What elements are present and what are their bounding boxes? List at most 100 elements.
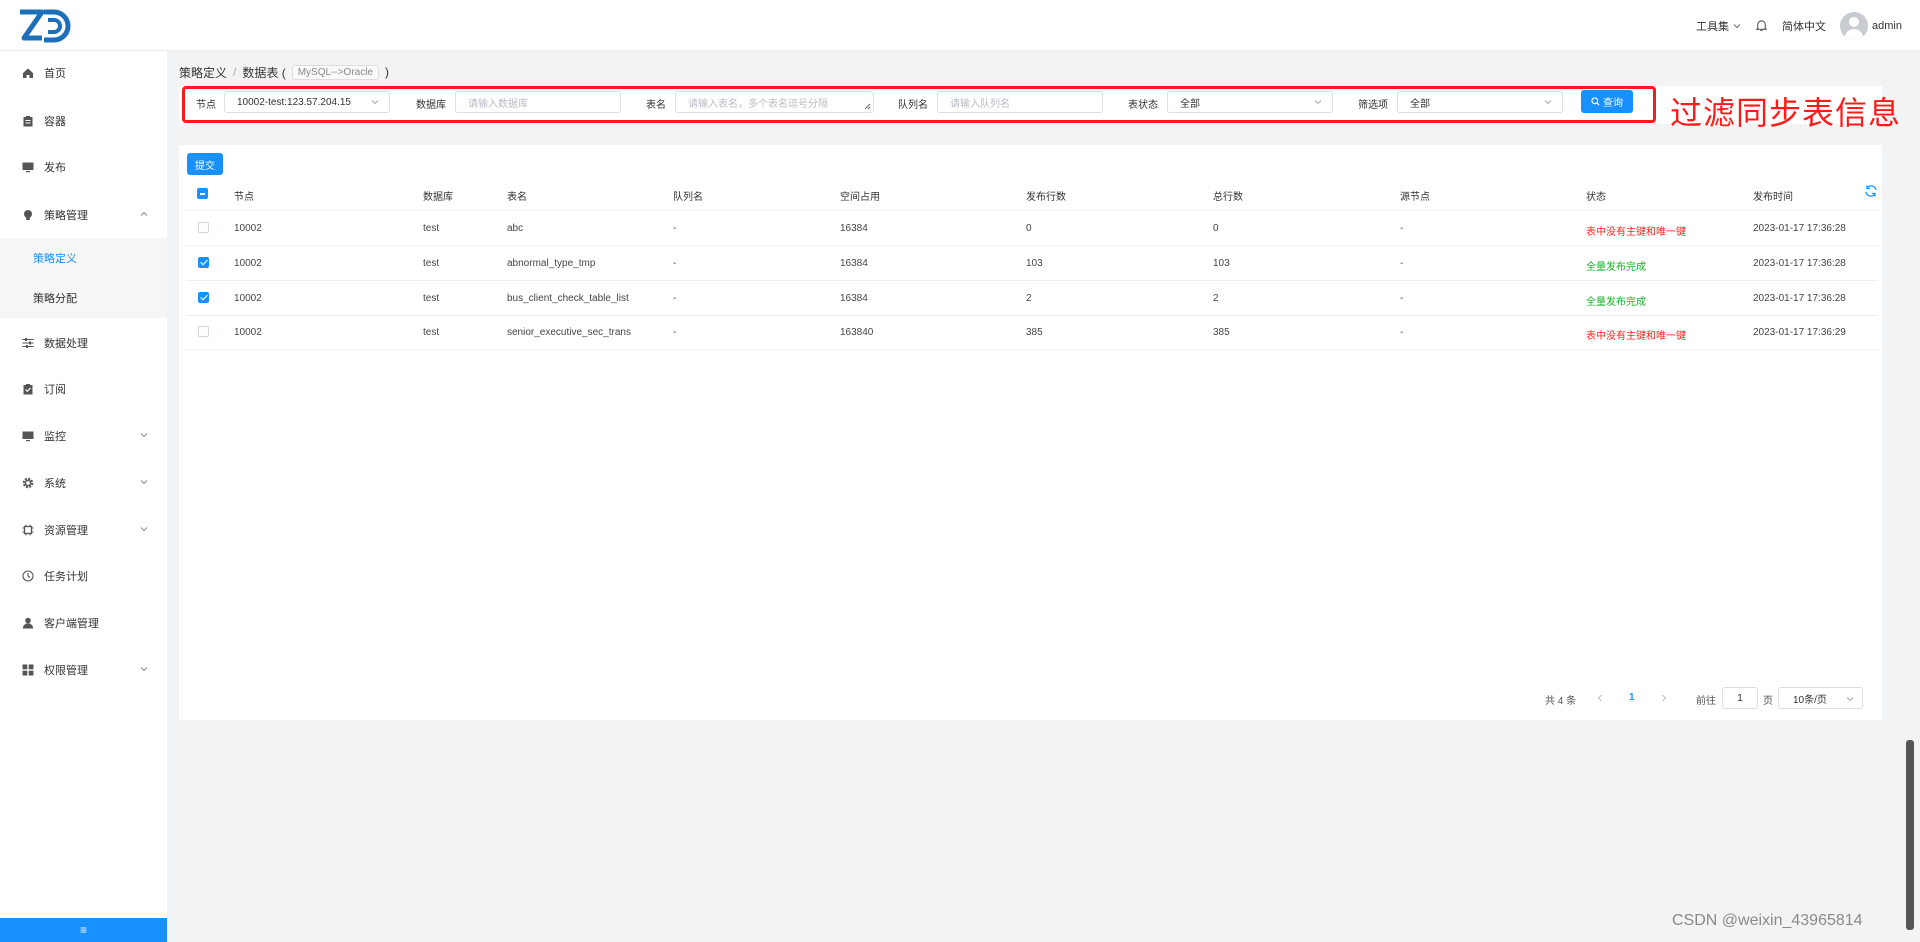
cell-node: 10002 [234, 223, 262, 234]
row-checkbox[interactable] [198, 257, 209, 268]
cell-source-node: - [1400, 293, 1404, 304]
toolbox-label: 工具集 [1696, 20, 1730, 33]
sidebar-item-label: 订阅 [44, 384, 66, 396]
sidebar-item-subscription[interactable]: 订阅 [0, 369, 167, 409]
breadcrumb-level1[interactable]: 策略定义 [179, 64, 227, 81]
column-header-table-name[interactable]: 表名 [507, 188, 527, 203]
column-header-database[interactable]: 数据库 [423, 188, 453, 203]
user-icon [22, 617, 34, 629]
avatar [1840, 11, 1869, 40]
submit-button[interactable]: 提交 [187, 153, 223, 175]
clipboard-check-icon [22, 383, 34, 395]
cell-total-rows: 0 [1213, 223, 1219, 234]
sidebar-item-container[interactable]: 容器 [0, 101, 167, 141]
cell-status: 全量发布完成 [1586, 262, 1646, 273]
column-header-total-rows[interactable]: 总行数 [1213, 188, 1243, 203]
sidebar-item-publish[interactable]: 发布 [0, 147, 167, 187]
zd-logo[interactable] [16, 6, 72, 46]
sidebar-item-label: 容器 [44, 116, 66, 128]
user-name: admin [1872, 19, 1902, 32]
cell-table-name: senior_executive_sec_trans [507, 327, 631, 338]
row-checkbox[interactable] [198, 222, 209, 233]
sidebar: 首页 容器 发布 策略管理 策略定义 策略分配 数据处理 订阅 监控 系统 资源… [0, 51, 167, 942]
column-header-node[interactable]: 节点 [234, 188, 254, 203]
column-header-queue-name[interactable]: 队列名 [673, 188, 703, 203]
page-unit-label: 页 [1763, 696, 1773, 707]
cell-publish-time: 2023-01-17 17:36:28 [1753, 223, 1846, 234]
refresh-icon[interactable] [1864, 184, 1878, 198]
cell-publish-time: 2023-01-17 17:36:28 [1753, 293, 1846, 304]
sync-direction-tag: MySQL-->Oracle [291, 64, 379, 80]
cell-source-node: - [1400, 258, 1404, 269]
notification-bell[interactable] [1755, 19, 1768, 32]
pagination-total: 共 4 条 [1545, 696, 1577, 707]
sidebar-collapse-button[interactable]: ≡ [0, 918, 167, 942]
cell-status: 全量发布完成 [1586, 297, 1646, 308]
sidebar-item-label: 数据处理 [44, 338, 88, 350]
cell-table-name: abnormal_type_tmp [507, 258, 596, 269]
csdn-watermark: CSDN @weixin_43965814 [1672, 912, 1863, 929]
sidebar-item-label: 监控 [44, 431, 66, 443]
page-scrollbar[interactable] [1906, 740, 1914, 930]
chip-icon [22, 524, 34, 536]
sidebar-item-label: 首页 [44, 68, 66, 80]
sidebar-item-strategy-definition[interactable]: 策略定义 [0, 238, 167, 278]
cell-space-usage: 16384 [840, 223, 868, 234]
sidebar-item-strategy-assignment[interactable]: 策略分配 [0, 278, 167, 318]
sidebar-item-data-processing[interactable]: 数据处理 [0, 323, 167, 363]
cell-node: 10002 [234, 293, 262, 304]
column-header-publish-time[interactable]: 发布时间 [1753, 188, 1793, 203]
cell-total-rows: 385 [1213, 327, 1230, 338]
monitor-icon [22, 430, 34, 442]
sidebar-item-label: 发布 [44, 162, 66, 174]
column-header-space-usage[interactable]: 空间占用 [840, 188, 880, 203]
top-right-tools: 工具集 简体中文 admin [1696, 0, 1902, 51]
sidebar-item-client-management[interactable]: 客户端管理 [0, 603, 167, 643]
bell-icon [1755, 20, 1768, 32]
row-divider [187, 315, 1877, 316]
top-bar: 工具集 简体中文 admin [0, 0, 1920, 51]
user-menu[interactable]: admin [1840, 11, 1902, 40]
goto-page-input[interactable]: 1 [1722, 687, 1758, 709]
language-label: 简体中文 [1782, 20, 1827, 33]
monitor-icon [22, 161, 34, 173]
sidebar-item-home[interactable]: 首页 [0, 53, 167, 93]
sidebar-item-system[interactable]: 系统 [0, 463, 167, 503]
chevron-down-icon [1846, 697, 1854, 702]
sidebar-item-label: 资源管理 [44, 525, 88, 537]
sidebar-item-label: 系统 [44, 478, 66, 490]
prev-page-icon[interactable] [1596, 694, 1604, 702]
page-size-value: 10条/页 [1793, 694, 1827, 706]
sidebar-item-strategy[interactable]: 策略管理 [0, 195, 167, 235]
cell-database: test [423, 293, 440, 304]
column-header-status[interactable]: 状态 [1586, 188, 1606, 203]
column-header-published-rows[interactable]: 发布行数 [1026, 188, 1066, 203]
select-all-checkbox[interactable] [197, 188, 208, 199]
cell-source-node: - [1400, 223, 1404, 234]
sidebar-item-monitoring[interactable]: 监控 [0, 416, 167, 456]
clock-icon [22, 570, 34, 582]
sidebar-item-permissions[interactable]: 权限管理 [0, 650, 167, 690]
cell-space-usage: 16384 [840, 293, 868, 304]
row-checkbox[interactable] [198, 292, 209, 303]
annotation-text: 过滤同步表信息 [1670, 94, 1902, 132]
sidebar-item-label: 权限管理 [44, 665, 88, 677]
cell-status: 表中没有主键和唯一键 [1586, 227, 1686, 238]
chevron-down-icon [140, 480, 148, 485]
page-number-current[interactable]: 1 [1629, 692, 1635, 703]
cell-queue-name: - [673, 327, 677, 338]
cell-status: 表中没有主键和唯一键 [1586, 331, 1686, 342]
chevron-down-icon [1733, 23, 1741, 28]
column-header-source-node[interactable]: 源节点 [1400, 188, 1430, 203]
next-page-icon[interactable] [1660, 694, 1668, 702]
row-checkbox[interactable] [198, 326, 209, 337]
bulb-icon [22, 209, 34, 221]
toolbox-menu[interactable]: 工具集 [1696, 18, 1741, 34]
page-size-select[interactable]: 10条/页 [1778, 687, 1863, 709]
header-divider [187, 210, 1877, 211]
sidebar-item-resources[interactable]: 资源管理 [0, 510, 167, 550]
chevron-down-icon [140, 433, 148, 438]
sidebar-item-label: 任务计划 [44, 571, 88, 583]
sidebar-item-task-plan[interactable]: 任务计划 [0, 556, 167, 596]
language-switch[interactable]: 简体中文 [1782, 18, 1826, 34]
